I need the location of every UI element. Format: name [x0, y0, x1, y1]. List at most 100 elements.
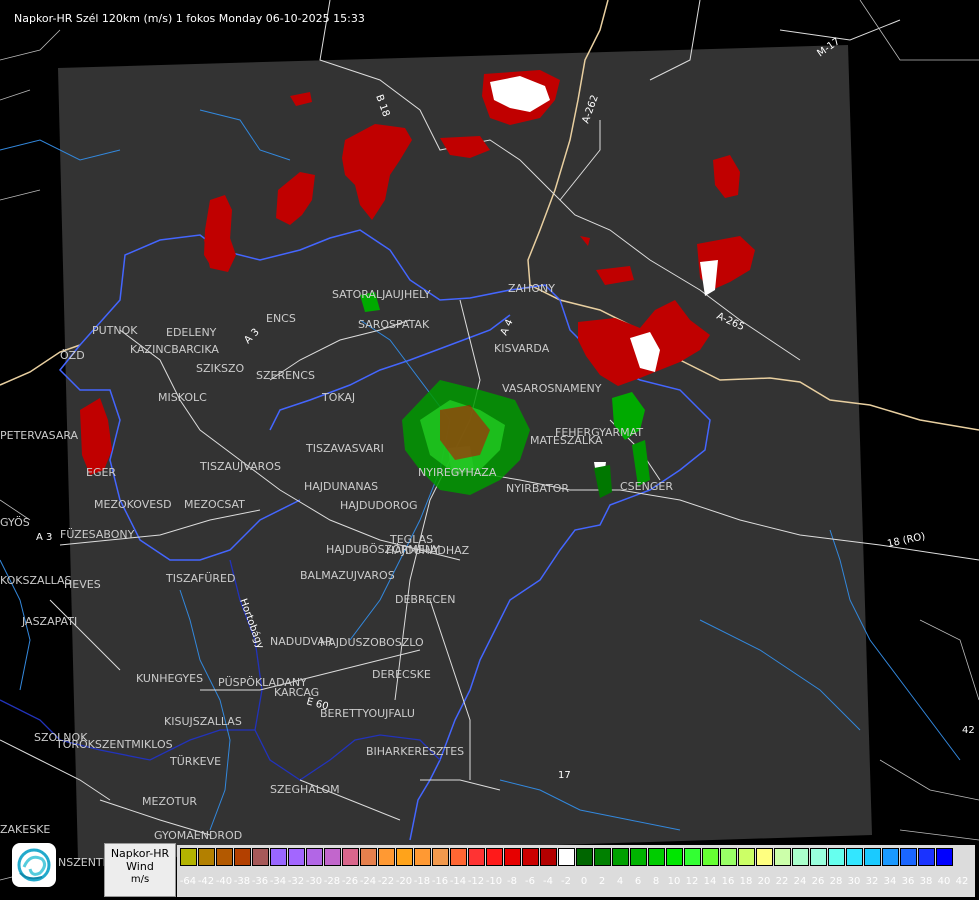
legend-swatch: [414, 848, 431, 866]
legend-swatch: [792, 848, 809, 866]
legend-swatch: [810, 848, 827, 866]
svg-text:KOKSZALLAS: KOKSZALLAS: [0, 574, 72, 587]
legend-tick: -38: [233, 876, 251, 887]
svg-text:SAROSPATAK: SAROSPATAK: [358, 318, 430, 331]
legend-swatch: [558, 848, 575, 866]
svg-text:17: 17: [558, 770, 571, 781]
svg-text:DEBRECEN: DEBRECEN: [395, 593, 455, 606]
legend-tick: 20: [757, 876, 771, 887]
legend-tick: 42: [955, 876, 969, 887]
legend-swatch: [774, 848, 791, 866]
svg-text:MATESZALKA: MATESZALKA: [530, 434, 603, 447]
legend-swatch: [648, 848, 665, 866]
svg-text:HAJDUHADHAZ: HAJDUHADHAZ: [386, 544, 470, 557]
radar-map: B 18 A-262 M-17 A-265 A 3 A 4 18 (RO) E …: [0, 0, 979, 900]
legend-swatch: [198, 848, 215, 866]
legend-tick: 34: [883, 876, 897, 887]
legend-swatch: [216, 848, 233, 866]
legend-tick: 4: [616, 876, 624, 887]
svg-text:KAZINCBARCIKA: KAZINCBARCIKA: [130, 343, 219, 356]
legend-swatch: [360, 848, 377, 866]
legend-tick: 14: [703, 876, 717, 887]
legend-tick: -28: [323, 876, 341, 887]
legend-swatch: [666, 848, 683, 866]
legend-swatch: [522, 848, 539, 866]
svg-text:SZEGHALOM: SZEGHALOM: [270, 783, 340, 796]
svg-text:BALMAZUJVAROS: BALMAZUJVAROS: [300, 569, 395, 582]
svg-text:BIHARKERESZTES: BIHARKERESZTES: [366, 745, 464, 758]
legend-color-scale: [180, 848, 954, 868]
svg-text:TOKAJ: TOKAJ: [321, 391, 355, 404]
legend-swatch: [828, 848, 845, 866]
legend-swatch: [936, 848, 953, 866]
svg-text:EGER: EGER: [86, 466, 116, 479]
legend-label-box: Napkor-HR Wind m/s: [104, 843, 176, 897]
svg-text:ÖZD: ÖZD: [60, 349, 85, 362]
legend-swatch: [288, 848, 305, 866]
legend-tick: 12: [685, 876, 699, 887]
svg-text:NYIRBATOR: NYIRBATOR: [506, 482, 569, 495]
svg-text:BERETTYOUJFALU: BERETTYOUJFALU: [320, 707, 415, 720]
svg-text:DERECSKE: DERECSKE: [372, 668, 431, 681]
legend-swatch: [846, 848, 863, 866]
svg-text:MEZOCSAT: MEZOCSAT: [184, 498, 245, 511]
svg-text:ENCS: ENCS: [266, 312, 296, 325]
legend-tick: -16: [431, 876, 449, 887]
legend-tick: -18: [413, 876, 431, 887]
svg-text:TÜRKEVE: TÜRKEVE: [169, 755, 221, 768]
svg-text:MISKOLC: MISKOLC: [158, 391, 207, 404]
legend-tick: -34: [269, 876, 287, 887]
legend-tick: 40: [937, 876, 951, 887]
legend-tick: -40: [215, 876, 233, 887]
svg-text:SATORALJAUJHELY: SATORALJAUJHELY: [332, 288, 431, 301]
legend-tick: 8: [652, 876, 660, 887]
legend-tick: -22: [377, 876, 395, 887]
svg-text:A 3: A 3: [36, 532, 52, 543]
legend-swatch: [486, 848, 503, 866]
legend-tick: -10: [485, 876, 503, 887]
legend-tick: 26: [811, 876, 825, 887]
legend-tick: 22: [775, 876, 789, 887]
legend-swatch: [540, 848, 557, 866]
legend-swatch: [630, 848, 647, 866]
legend-tick: -14: [449, 876, 467, 887]
legend-tick: 10: [667, 876, 681, 887]
legend-tick: 36: [901, 876, 915, 887]
legend-swatch: [756, 848, 773, 866]
legend-tick: -42: [197, 876, 215, 887]
legend-swatch: [252, 848, 269, 866]
legend-tick: -6: [525, 876, 535, 887]
svg-text:SZERENCS: SZERENCS: [256, 369, 315, 382]
svg-text:NYIREGYHAZA: NYIREGYHAZA: [418, 466, 497, 479]
legend-swatch: [378, 848, 395, 866]
swirl-logo-icon: [17, 848, 51, 882]
svg-text:KISVARDA: KISVARDA: [494, 342, 550, 355]
legend-swatch: [468, 848, 485, 866]
legend-swatch: [306, 848, 323, 866]
legend-swatch: [180, 848, 197, 866]
legend-swatch: [576, 848, 593, 866]
legend-swatch: [270, 848, 287, 866]
svg-text:ZAHONY: ZAHONY: [508, 282, 555, 295]
legend-tick: 18: [739, 876, 753, 887]
svg-text:GYOMAENDROD: GYOMAENDROD: [154, 829, 242, 842]
legend-swatch: [594, 848, 611, 866]
legend-swatch: [450, 848, 467, 866]
legend-unit: m/s: [130, 874, 150, 885]
legend-tick: -30: [305, 876, 323, 887]
legend-swatch: [504, 848, 521, 866]
legend-swatch: [234, 848, 251, 866]
legend-swatch: [324, 848, 341, 866]
legend-swatch: [612, 848, 629, 866]
svg-text:MEZOTUR: MEZOTUR: [142, 795, 197, 808]
svg-text:HAJDUDOROG: HAJDUDOROG: [340, 499, 418, 512]
legend-tick: -24: [359, 876, 377, 887]
legend-tick: -32: [287, 876, 305, 887]
legend-swatch: [432, 848, 449, 866]
legend-swatch: [684, 848, 701, 866]
legend-tick: 16: [721, 876, 735, 887]
legend-tick: -64: [179, 876, 197, 887]
svg-text:TÖRÖKSZENTMIKLOS: TÖRÖKSZENTMIKLOS: [55, 738, 173, 751]
legend-tick: 0: [580, 876, 588, 887]
svg-text:TISZAUJVAROS: TISZAUJVAROS: [199, 460, 281, 473]
